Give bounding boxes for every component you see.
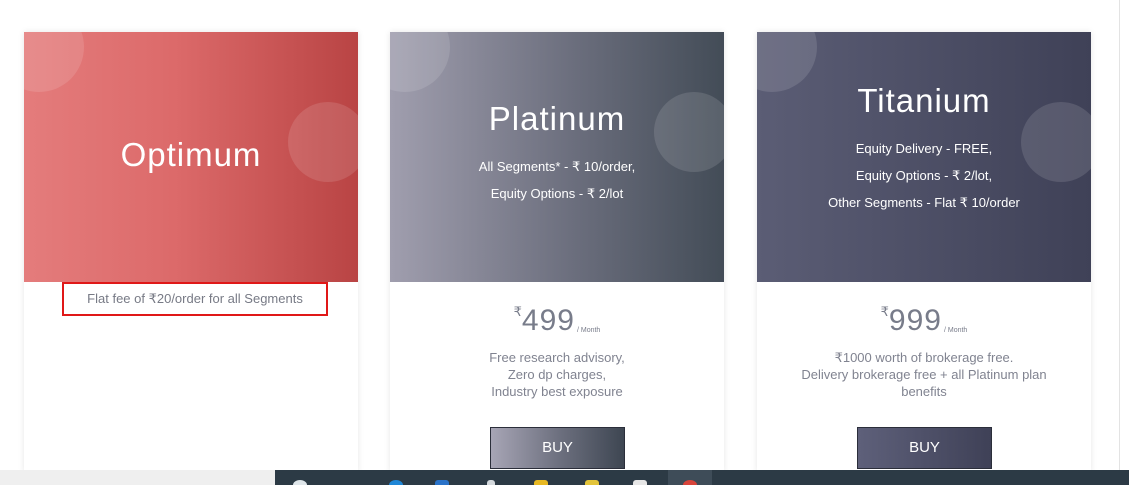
plan-benefit: Free research advisory,: [489, 350, 625, 365]
browser-icon[interactable]: [389, 480, 403, 485]
folder-icon[interactable]: [534, 480, 548, 485]
plan-benefits: ₹1000 worth of brokerage free. Delivery …: [757, 349, 1091, 400]
mail-icon[interactable]: [435, 480, 449, 485]
pricing-page: Optimum Flat fee of ₹20/order for all Se…: [0, 0, 1129, 485]
price-amount: 499: [521, 304, 575, 337]
page-edge-divider: [1119, 0, 1120, 470]
buy-button-platinum[interactable]: BUY: [490, 427, 625, 469]
paperclip-icon[interactable]: [487, 480, 495, 485]
plan-benefit: Zero dp charges,: [507, 367, 607, 382]
price-amount: 999: [888, 304, 942, 337]
price-period: / Month: [943, 327, 968, 334]
plan-features: Equity Delivery - FREE, Equity Options -…: [757, 135, 1091, 216]
plan-price: ₹499/ Month: [390, 304, 724, 338]
plan-feature: Other Segments - Flat ₹ 10/order: [828, 195, 1020, 210]
decorative-bubble: [390, 32, 450, 92]
plan-benefit: Delivery brokerage free + all Platinum p…: [801, 367, 1047, 382]
currency-symbol: ₹: [880, 304, 889, 319]
search-icon[interactable]: [293, 480, 307, 485]
plan-fee-note: Flat fee of ₹20/order for all Segments: [62, 282, 328, 316]
plan-card-optimum: Optimum Flat fee of ₹20/order for all Se…: [24, 32, 358, 472]
plan-benefit: ₹1000 worth of brokerage free.: [834, 350, 1014, 365]
taskbar: [275, 470, 1129, 485]
plan-benefits: Free research advisory, Zero dp charges,…: [390, 349, 724, 400]
plan-header-titanium: Titanium Equity Delivery - FREE, Equity …: [757, 32, 1091, 282]
document-icon[interactable]: [633, 480, 647, 485]
price-period: / Month: [576, 327, 601, 334]
chrome-icon[interactable]: [683, 480, 697, 485]
plan-card-platinum: Platinum All Segments* - ₹ 10/order, Equ…: [390, 32, 724, 472]
plan-benefit: benefits: [901, 384, 947, 399]
buy-button-titanium[interactable]: BUY: [857, 427, 992, 469]
plan-title: Optimum: [120, 136, 262, 173]
decorative-bubble: [24, 32, 84, 92]
plan-benefit: Industry best exposure: [491, 384, 623, 399]
plan-title: Titanium: [857, 82, 991, 119]
plan-header-optimum: Optimum: [24, 32, 358, 282]
plan-feature: Equity Options - ₹ 2/lot: [490, 186, 624, 201]
plan-title: Platinum: [488, 100, 626, 137]
plan-feature: Equity Options - ₹ 2/lot,: [855, 168, 993, 183]
plan-feature: Equity Delivery - FREE,: [855, 141, 993, 156]
plan-feature: All Segments* - ₹ 10/order,: [478, 159, 636, 174]
plan-header-platinum: Platinum All Segments* - ₹ 10/order, Equ…: [390, 32, 724, 282]
currency-symbol: ₹: [513, 304, 522, 319]
plan-features: All Segments* - ₹ 10/order, Equity Optio…: [390, 153, 724, 207]
plan-price: ₹999/ Month: [757, 304, 1091, 338]
app-icon[interactable]: [585, 480, 599, 485]
plan-card-titanium: Titanium Equity Delivery - FREE, Equity …: [757, 32, 1091, 472]
